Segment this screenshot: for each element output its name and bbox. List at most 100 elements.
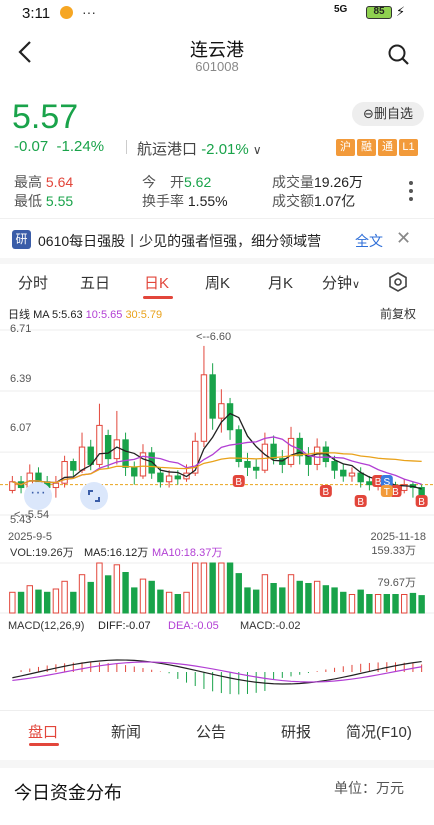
candle-body (200, 374, 208, 442)
volume-bar (157, 589, 164, 614)
divider (126, 140, 127, 154)
more-vertical-icon[interactable] (408, 180, 414, 202)
tag-rong: 融 (357, 139, 376, 156)
news-headline[interactable]: 0610每日强股丨少见的强者恒强，细分领域营 (38, 231, 340, 251)
trade-marker-label: B (375, 477, 382, 488)
vol-ma5-legend: MA5:16.12万 (84, 547, 148, 559)
volume-bar (70, 591, 77, 614)
trade-marker-label: B (357, 497, 364, 508)
volume-bar (209, 562, 216, 614)
candle-body (331, 461, 338, 471)
volume-bar (78, 574, 86, 614)
high-value: 5.64 (45, 174, 74, 190)
volume-bar (174, 594, 182, 614)
divider (0, 258, 434, 264)
close-icon[interactable]: ✕ (396, 228, 411, 249)
candle-body (357, 472, 364, 483)
volume-bar (87, 581, 94, 614)
sector-link[interactable]: 航运港口 -2.01% ∨ (137, 138, 262, 159)
candle-body (261, 443, 269, 471)
stat-high: 最高 5.64 (14, 172, 73, 192)
tab-research[interactable]: 研报 (281, 721, 311, 742)
tab-intraday[interactable]: 分时 (18, 272, 48, 293)
volume-bar (331, 587, 338, 614)
volume-bar (401, 594, 408, 614)
vol-max-label: 159.33万 (371, 545, 416, 557)
stat-low: 最低 5.55 (14, 191, 73, 211)
volume-bar (340, 591, 347, 614)
tab-profile[interactable]: 简况(F10) (346, 721, 412, 742)
more-dots-icon[interactable]: ··· (24, 482, 52, 510)
tab-monthly-k[interactable]: 月K (268, 272, 293, 293)
trade-marker-label: T (384, 487, 390, 498)
read-full-link[interactable]: 全文 (355, 231, 383, 251)
remove-watchlist-label: 删自选 (373, 106, 413, 121)
volume-bar (366, 594, 373, 614)
search-icon[interactable] (388, 44, 410, 66)
amount-value: 1.07亿 (314, 193, 356, 209)
volume-bar (9, 591, 16, 614)
volume-bar (139, 578, 147, 614)
tag-l1: L1 (399, 139, 418, 156)
candle-body (305, 455, 312, 465)
status-more-icon: ··· (82, 4, 96, 20)
stat-volume: 成交量19.26万 (272, 172, 363, 192)
candle-body (131, 466, 138, 477)
stock-code: 601008 (195, 59, 239, 74)
tab-five-day[interactable]: 五日 (80, 272, 110, 293)
tab-news[interactable]: 新闻 (111, 721, 141, 742)
volume-bar (313, 580, 321, 614)
y-tick-label: 6.07 (10, 422, 31, 434)
diff-legend: DIFF:-0.07 (98, 620, 151, 632)
remove-watchlist-button[interactable]: ⊖删自选 (352, 102, 424, 126)
chevron-down-icon: ∨ (352, 279, 361, 291)
expand-icon[interactable] (80, 482, 108, 510)
status-time: 3:11 (22, 5, 51, 22)
candle-body (174, 475, 182, 480)
candle-body (348, 472, 356, 477)
vol-ma10-legend: MA10:18.37万 (152, 547, 222, 559)
candle-body (78, 446, 86, 471)
volume-bar (96, 562, 103, 614)
volume-bar (383, 594, 391, 614)
volume-bar (296, 580, 303, 614)
volume-label: 成交量 (272, 174, 314, 190)
volume-bar (322, 585, 330, 614)
unit-label: 单位：万元 (334, 780, 404, 796)
tab-minute[interactable]: 分钟∨ (322, 272, 360, 293)
tab-daily-k[interactable]: 日K (144, 272, 169, 293)
volume-bar (61, 580, 68, 614)
active-tab-indicator (29, 743, 59, 746)
volume-bar (26, 585, 33, 614)
tab-market[interactable]: 盘口 (28, 721, 58, 742)
volume-bar (374, 594, 382, 614)
volume-layer (0, 562, 434, 614)
volume-bar (348, 594, 356, 614)
volume-bar (165, 591, 173, 614)
y-tick-label: 6.39 (10, 373, 31, 385)
candlestick-chart[interactable]: 6.716.396.075.43<--6.60<--5.542025-9-5 20… (0, 320, 434, 712)
volume-bar (244, 587, 251, 614)
divider (0, 218, 434, 219)
volume-bar (418, 595, 425, 614)
tab-weekly-k[interactable]: 周K (205, 272, 230, 293)
candle-body (113, 439, 121, 460)
volume-bar (279, 587, 286, 614)
candle-body (52, 482, 60, 489)
chevron-down-icon: ∨ (252, 143, 262, 157)
stat-open: 今 开5.62 (142, 172, 211, 192)
candles-layer (9, 345, 425, 498)
tab-minute-label: 分钟 (322, 275, 353, 292)
turnover-label: 换手率 (142, 193, 184, 209)
settings-icon[interactable] (388, 272, 408, 292)
volume-bar (218, 562, 225, 614)
tab-announcements[interactable]: 公告 (196, 721, 226, 742)
volume-bar (200, 562, 208, 614)
volume-bar (131, 587, 138, 614)
divider (0, 760, 434, 768)
research-badge-icon: 研 (12, 230, 31, 249)
open-value: 5.62 (184, 174, 212, 190)
candle-body (252, 466, 260, 471)
volume-bar (43, 591, 51, 614)
tag-hu: 沪 (336, 139, 355, 156)
